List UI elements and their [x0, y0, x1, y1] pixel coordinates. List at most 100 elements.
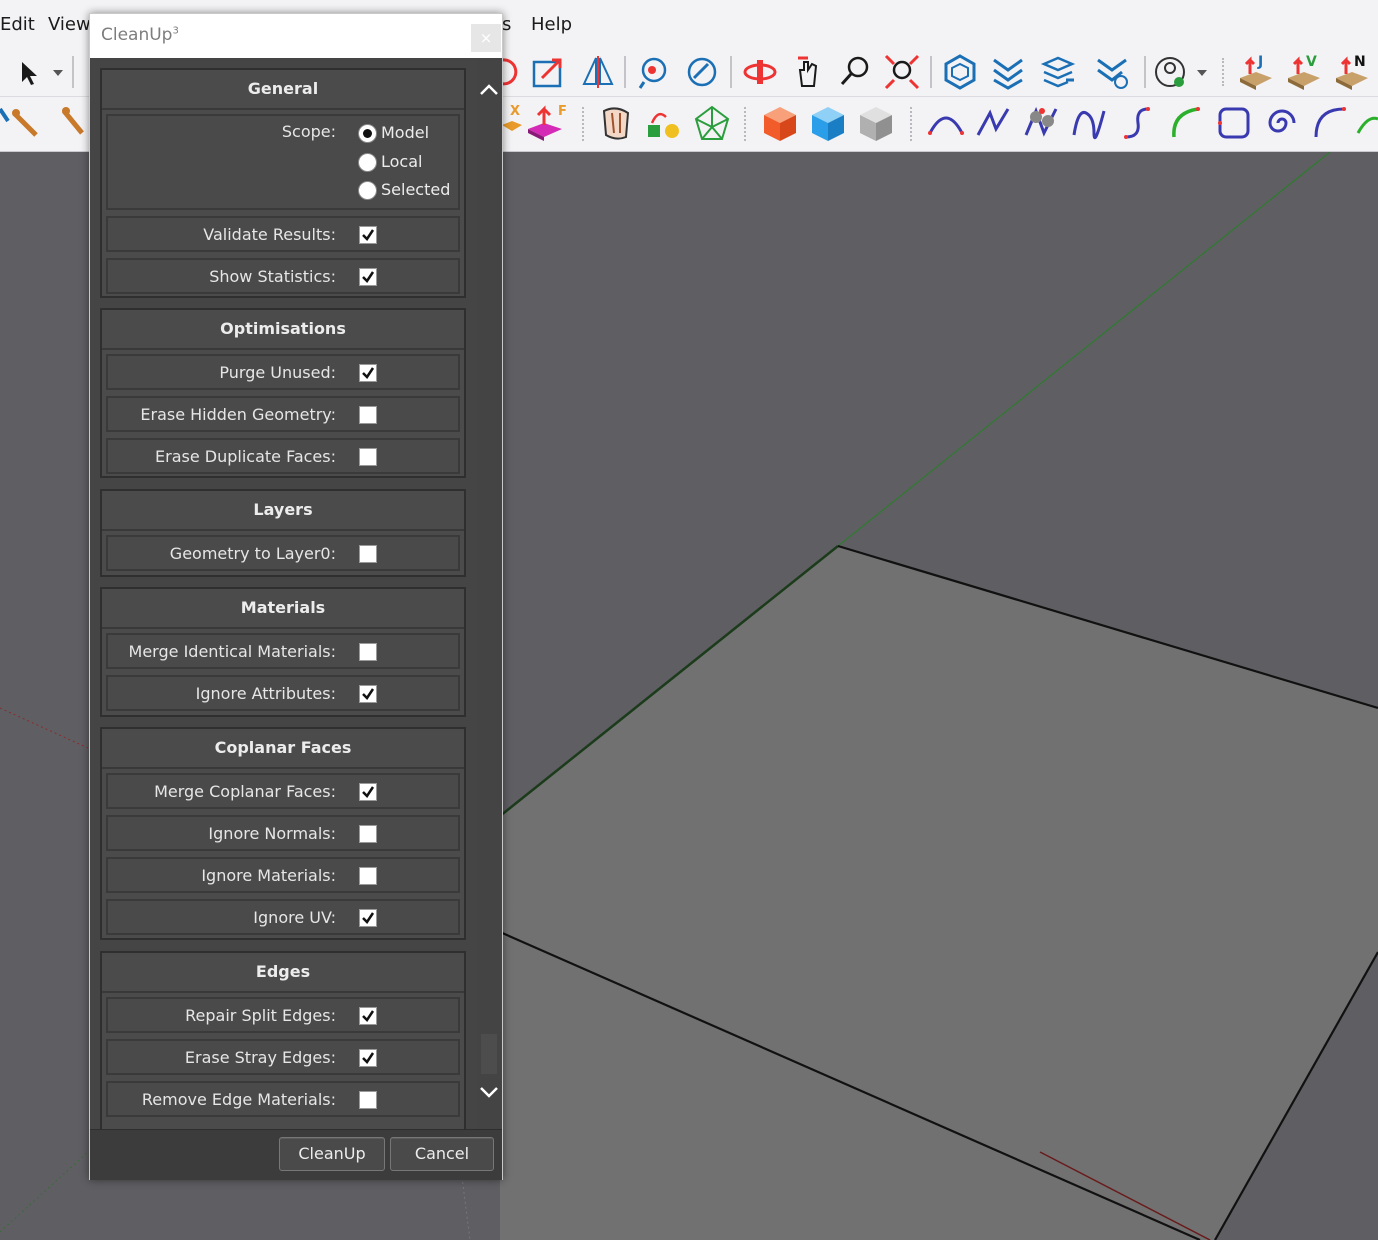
erase-duplicate-faces-checkbox[interactable] — [359, 448, 377, 466]
menu-extensions-partial[interactable]: s — [502, 14, 511, 35]
cube-gray-icon[interactable] — [856, 103, 896, 143]
remove-edge-materials-label: Remove Edge Materials: — [141, 1090, 336, 1109]
show-statistics-checkbox[interactable] — [359, 268, 377, 286]
toolbar-grip[interactable] — [910, 107, 916, 141]
ignore-materials-checkbox[interactable] — [359, 867, 377, 885]
spiral-icon[interactable] — [1262, 103, 1302, 143]
section-coplanar-faces: Coplanar Faces Merge Coplanar Faces: Ign… — [100, 727, 466, 940]
select-arrow-icon[interactable] — [12, 52, 52, 92]
erase-stray-edges-label: Erase Stray Edges: — [184, 1048, 336, 1067]
layers-settings-icon[interactable] — [1092, 52, 1132, 92]
purge-unused-label: Purge Unused: — [219, 363, 336, 382]
section-edges: Edges Repair Split Edges: Erase Stray Ed… — [100, 951, 466, 1129]
extension-n-icon[interactable]: N — [1332, 52, 1372, 92]
cube-blue-icon[interactable] — [808, 103, 848, 143]
toolbar-grip[interactable] — [1222, 58, 1228, 86]
remove-edge-materials-row: Remove Edge Materials: — [106, 1081, 460, 1117]
green-arc-icon[interactable] — [1166, 103, 1206, 143]
checkmark-icon — [362, 367, 375, 379]
scroll-down-chevron-icon[interactable] — [477, 1078, 501, 1108]
wave-icon[interactable] — [1070, 103, 1110, 143]
component-icon[interactable] — [940, 52, 980, 92]
shell-icon[interactable] — [596, 103, 636, 143]
erase-hidden-geometry-checkbox[interactable] — [359, 406, 377, 424]
paint-icon[interactable] — [46, 103, 86, 143]
menu-help[interactable]: Help — [531, 14, 572, 35]
flag-icon[interactable] — [644, 103, 684, 143]
ignore-materials-label: Ignore Materials: — [201, 866, 336, 885]
dialog-titlebar[interactable]: CleanUp3 × — [90, 14, 502, 59]
pan-hand-icon[interactable] — [788, 52, 828, 92]
mesh-icon[interactable] — [692, 103, 732, 143]
tangent-arc-icon[interactable] — [1356, 103, 1378, 143]
cube-orange-icon[interactable] — [760, 103, 800, 143]
svg-text:V: V — [1306, 54, 1317, 70]
extension-v-icon[interactable]: V — [1284, 52, 1324, 92]
dropdown-caret-icon[interactable] — [48, 52, 68, 92]
section-title: Optimisations — [102, 310, 464, 350]
ignore-attributes-checkbox[interactable] — [359, 685, 377, 703]
radio-button[interactable] — [358, 181, 377, 200]
checkmark-icon — [362, 786, 375, 798]
green-axis-line — [837, 152, 1331, 547]
geometry-to-layer0-label: Geometry to Layer0: — [169, 544, 336, 563]
layers-stack-icon[interactable] — [988, 52, 1028, 92]
menu-view[interactable]: View — [48, 14, 91, 35]
radio-button[interactable] — [358, 153, 377, 172]
toolbar-separator — [624, 56, 626, 88]
ignore-uv-checkbox[interactable] — [359, 909, 377, 927]
dropdown-caret-icon[interactable] — [1192, 52, 1212, 92]
merge-identical-materials-row: Merge Identical Materials: — [106, 633, 460, 669]
section-layers: Layers Geometry to Layer0: — [100, 489, 466, 577]
section-optimisations: Optimisations Purge Unused: Erase Hidden… — [100, 308, 466, 478]
purge-unused-checkbox[interactable] — [359, 364, 377, 382]
radio-label: Local — [381, 152, 423, 171]
section-general: General Scope: Model Local Selected Vali… — [100, 68, 466, 298]
squiggle-icon[interactable] — [1022, 103, 1062, 143]
remove-edge-materials-checkbox[interactable] — [359, 1091, 377, 1109]
dialog-footer: CleanUp Cancel — [90, 1129, 502, 1180]
zigzag-icon[interactable] — [974, 103, 1014, 143]
menu-edit[interactable]: Edit — [0, 14, 35, 35]
look-around-icon[interactable] — [634, 52, 674, 92]
purge-unused-row: Purge Unused: — [106, 354, 460, 390]
scroll-up-chevron-icon[interactable] — [477, 74, 501, 104]
merge-identical-materials-checkbox[interactable] — [359, 643, 377, 661]
zoom-extents-icon[interactable] — [882, 52, 922, 92]
rounded-rect-icon[interactable] — [1214, 103, 1254, 143]
s-curve-icon[interactable] — [1118, 103, 1158, 143]
cleanup-button[interactable]: CleanUp — [279, 1137, 385, 1171]
extension-j-icon[interactable]: J — [1236, 52, 1276, 92]
merge-coplanar-faces-checkbox[interactable] — [359, 783, 377, 801]
show-statistics-row: Show Statistics: — [106, 258, 460, 294]
orbit-icon[interactable] — [740, 52, 780, 92]
scope-row: Scope: Model Local Selected — [106, 114, 460, 210]
svg-text:N: N — [1354, 54, 1366, 70]
ignore-normals-checkbox[interactable] — [359, 825, 377, 843]
zoom-icon[interactable] — [836, 52, 876, 92]
arc-curve-icon[interactable] — [926, 103, 966, 143]
scrollbar-thumb[interactable] — [481, 1034, 497, 1074]
validate-results-checkbox[interactable] — [359, 226, 377, 244]
walk-icon[interactable] — [682, 52, 722, 92]
validate-results-row: Validate Results: — [106, 216, 460, 252]
section-plane-icon[interactable] — [578, 52, 618, 92]
cancel-button[interactable]: Cancel — [390, 1137, 494, 1171]
toolbar-grip[interactable] — [744, 107, 750, 141]
erase-stray-edges-checkbox[interactable] — [359, 1049, 377, 1067]
geometry-to-layer0-checkbox[interactable] — [359, 545, 377, 563]
validate-results-label: Validate Results: — [203, 225, 336, 244]
layers-arrow-icon[interactable] — [1038, 52, 1078, 92]
scale-box-icon[interactable] — [528, 52, 568, 92]
user-account-icon[interactable] — [1150, 52, 1190, 92]
arc-blue-icon[interactable] — [1310, 103, 1350, 143]
vertical-scrollbar[interactable] — [477, 58, 501, 1129]
push-pull-f-icon[interactable]: F — [526, 103, 567, 143]
radio-button[interactable] — [358, 124, 377, 143]
close-button[interactable]: × — [471, 24, 501, 52]
erase-hidden-geometry-label: Erase Hidden Geometry: — [140, 405, 336, 424]
options-scroll-area[interactable]: General Scope: Model Local Selected Vali… — [90, 58, 502, 1129]
toolbar-grip[interactable] — [582, 107, 588, 141]
repair-split-edges-checkbox[interactable] — [359, 1007, 377, 1025]
tape-icon[interactable] — [0, 103, 40, 143]
